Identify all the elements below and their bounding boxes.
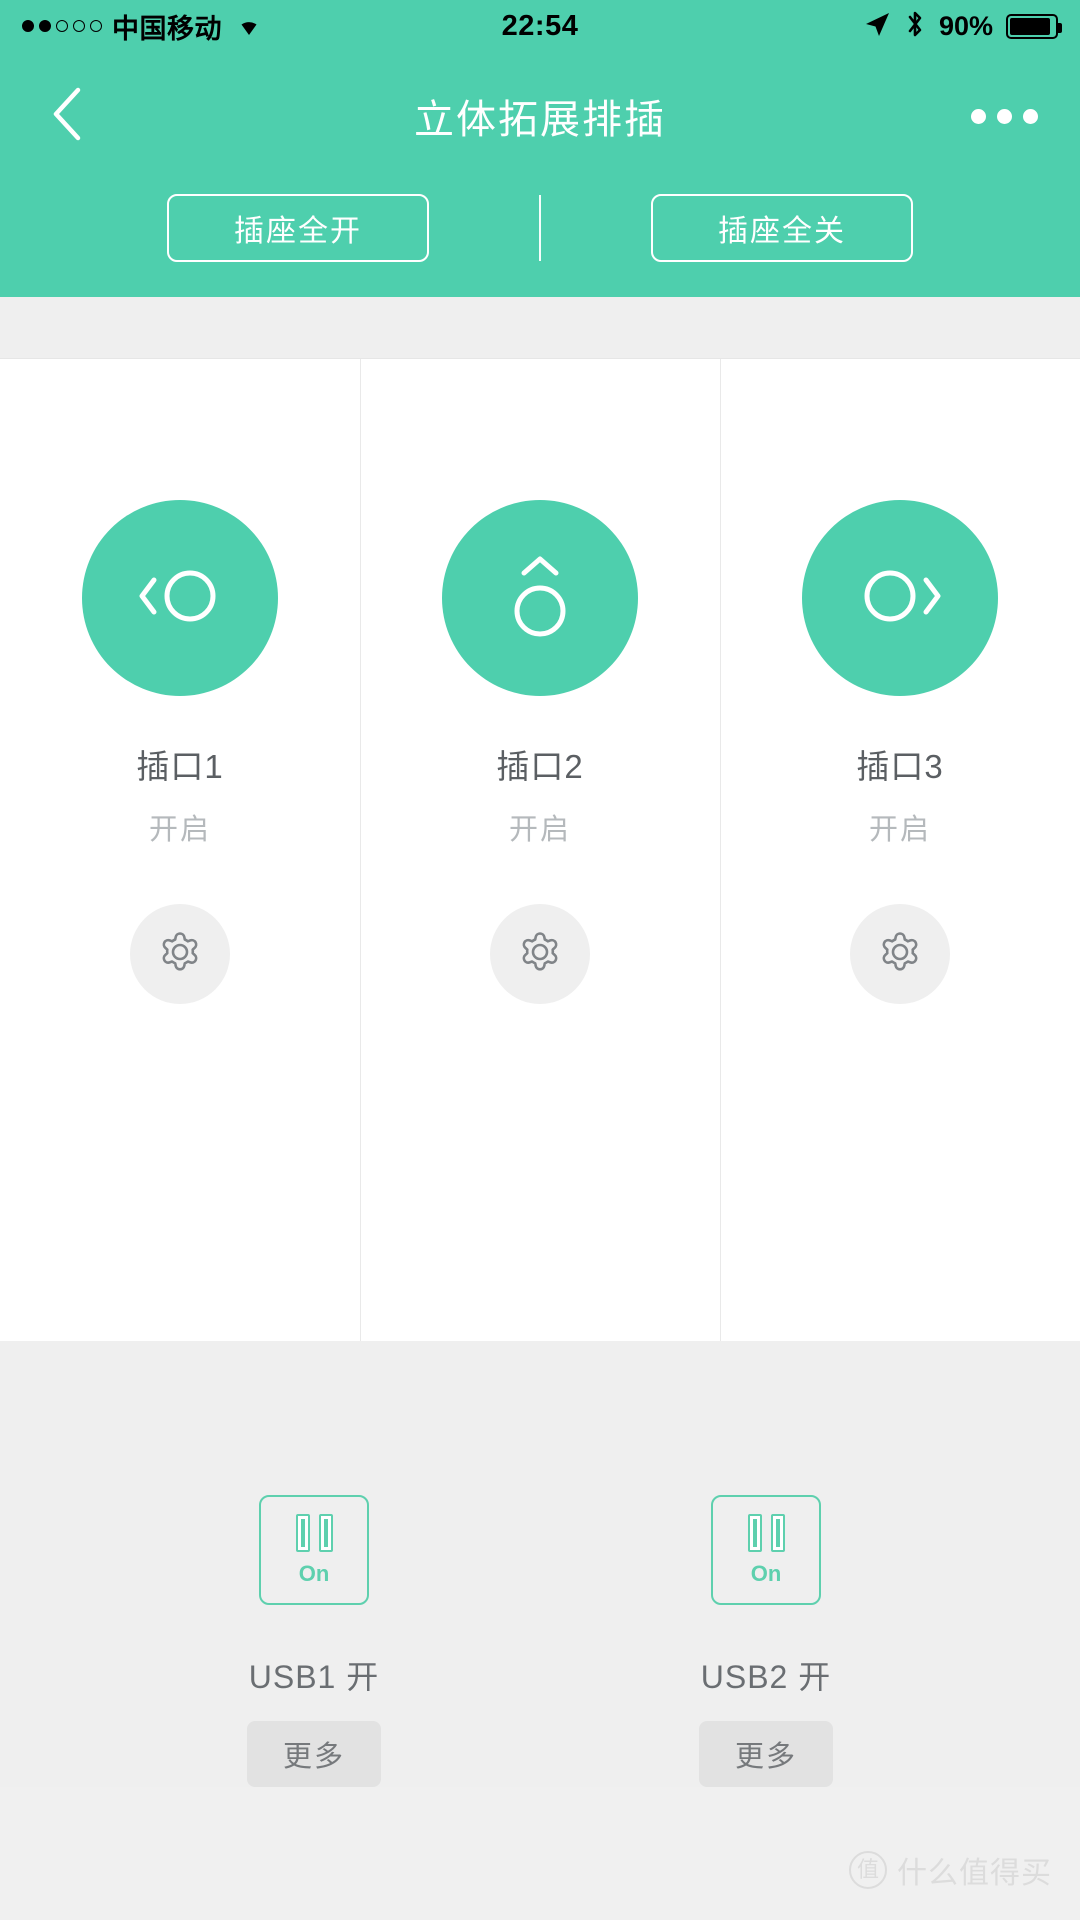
socket-settings-button-3[interactable]	[850, 904, 950, 1004]
usb-item-2: On USB2 开 更多	[656, 1495, 876, 1787]
usb-label-2: USB2 开	[700, 1659, 832, 1695]
socket-settings-button-2[interactable]	[490, 904, 590, 1004]
usb-label-1: USB1 开	[248, 1659, 380, 1695]
watermark-text: 什么值得买	[897, 1857, 1052, 1890]
sockets-panel: 插口1 开启 插口2 开启 插口3 开启	[0, 359, 1080, 1341]
socket-item-2: 插口2 开启	[360, 359, 720, 1341]
page-title: 立体拓展排插	[414, 98, 666, 142]
battery-percent-label: 90%	[938, 10, 994, 41]
all-on-button[interactable]: 插座全开	[167, 193, 429, 262]
watermark-logo-icon: 值	[849, 1851, 887, 1889]
carrier-label: 中国移动	[112, 13, 222, 44]
socket-toggle-1[interactable]	[82, 500, 278, 696]
usb-more-button-2[interactable]: 更多	[698, 1721, 833, 1787]
socket-toggle-3[interactable]	[802, 500, 998, 696]
status-bar-center: 22:54	[502, 10, 579, 43]
usb-item-1: On USB1 开 更多	[204, 1495, 424, 1787]
app-screen: 中国移动 22:54 90% 立体拓展排插 插座全开 插座全关 插口1 开启 插…	[0, 0, 1080, 1920]
status-bar-right: 90%	[578, 9, 1063, 44]
usb-bars-icon	[747, 1513, 785, 1552]
all-controls-row: 插座全开 插座全关	[0, 180, 1080, 297]
socket-state-2: 开启	[508, 814, 571, 846]
watermark: 值 什么值得买	[849, 1848, 1052, 1892]
nav-bar: 立体拓展排插	[0, 52, 1080, 180]
location-arrow-icon	[863, 10, 891, 43]
signal-strength-icon	[22, 20, 102, 32]
section-gap	[0, 297, 1080, 359]
chevron-left-icon	[46, 84, 90, 149]
usb-panel: On USB1 开 更多 On USB2 开 更多	[0, 1341, 1080, 1787]
socket-item-3: 插口3 开启	[720, 359, 1080, 1341]
divider	[539, 194, 541, 261]
socket-label-3: 插口3	[856, 748, 944, 785]
socket-state-3: 开启	[868, 814, 931, 846]
gear-icon	[875, 927, 925, 982]
more-options-button[interactable]	[964, 108, 1044, 124]
usb-toggle-button-1[interactable]: On	[259, 1495, 369, 1605]
socket-toggle-2[interactable]	[442, 500, 638, 696]
app-header: 立体拓展排插 插座全开 插座全关	[0, 52, 1080, 297]
socket-label-1: 插口1	[136, 748, 224, 785]
chevron-left-circle-icon	[124, 558, 236, 639]
usb-toggle-button-2[interactable]: On	[711, 1495, 821, 1605]
usb-state-badge-1: On	[298, 1560, 330, 1586]
more-dots-icon	[996, 108, 1012, 124]
clock-label: 22:54	[501, 9, 579, 42]
gear-icon	[515, 927, 565, 982]
status-bar-left: 中国移动	[22, 7, 502, 46]
chevron-up-circle-icon	[494, 543, 586, 654]
usb-more-button-1[interactable]: 更多	[246, 1721, 381, 1787]
more-dots-icon	[970, 108, 986, 124]
socket-label-2: 插口2	[496, 748, 584, 785]
all-off-button[interactable]: 插座全关	[651, 193, 913, 262]
bluetooth-icon	[904, 9, 926, 44]
usb-state-badge-2: On	[750, 1560, 782, 1586]
more-dots-icon	[1022, 108, 1038, 124]
socket-state-1: 开启	[148, 814, 211, 846]
status-bar: 中国移动 22:54 90%	[0, 0, 1080, 52]
circle-chevron-right-icon	[844, 558, 956, 639]
socket-item-1: 插口1 开启	[0, 359, 360, 1341]
gear-icon	[155, 927, 205, 982]
socket-settings-button-1[interactable]	[130, 904, 230, 1004]
wifi-icon	[232, 11, 266, 42]
usb-bars-icon	[295, 1513, 333, 1552]
back-button[interactable]	[36, 84, 100, 148]
battery-icon	[1006, 13, 1063, 39]
